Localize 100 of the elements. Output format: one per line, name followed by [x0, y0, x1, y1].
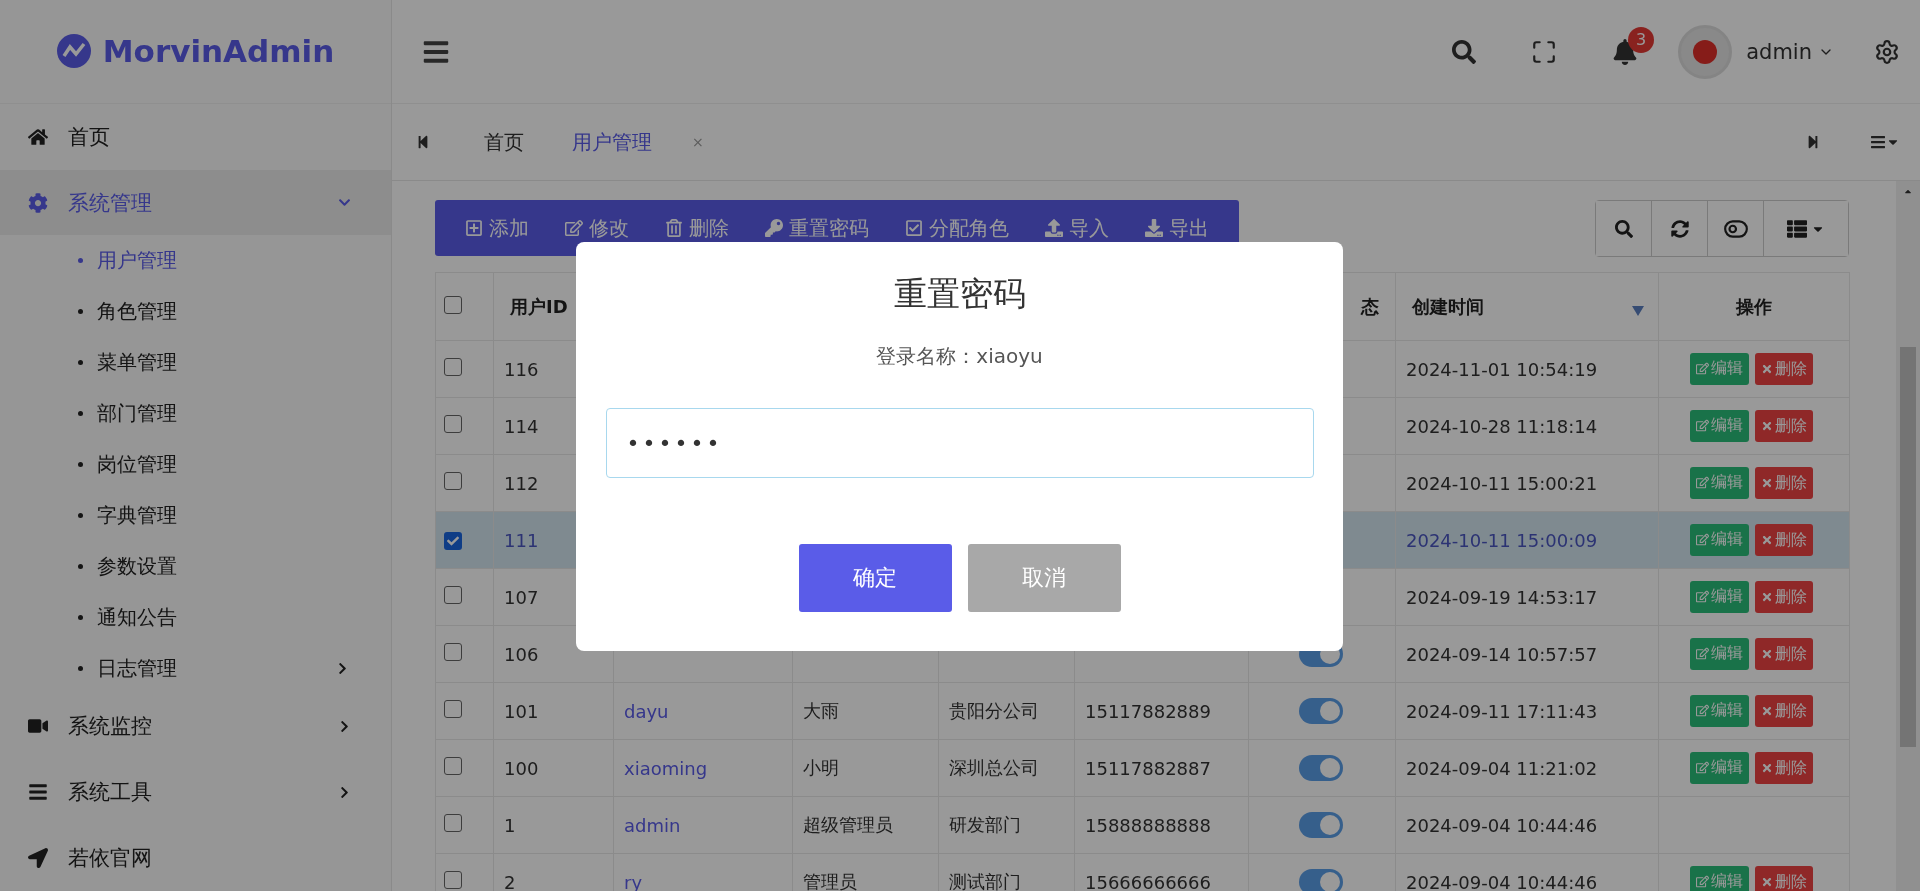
edit-icon: [1695, 362, 1709, 376]
sidebar-subitem[interactable]: 日志管理: [0, 642, 391, 694]
row-checkbox[interactable]: [444, 358, 462, 376]
delete-button[interactable]: 删除: [1754, 524, 1813, 557]
edit-icon: [1695, 533, 1709, 547]
toolbar-button[interactable]: 删除: [647, 214, 747, 242]
bell-icon[interactable]: [1612, 38, 1639, 65]
select-all-checkbox[interactable]: [444, 295, 462, 314]
tab[interactable]: 用户管理: [572, 128, 652, 156]
table-cell: 111: [504, 529, 539, 551]
edit-button[interactable]: 编辑: [1689, 352, 1749, 385]
row-checkbox[interactable]: [444, 472, 462, 490]
sidebar-item[interactable]: 系统监控: [0, 693, 391, 760]
edit-button[interactable]: 编辑: [1689, 694, 1749, 727]
edit-icon: [1695, 761, 1709, 775]
table-cell: 116: [504, 358, 539, 380]
toolbar-button[interactable]: 导出: [1127, 214, 1227, 242]
row-checkbox[interactable]: [444, 871, 462, 889]
sidebar-subitem[interactable]: 部门管理: [0, 388, 391, 440]
upload-icon: [1045, 219, 1063, 237]
table-cell: 2024-09-04 11:21:02: [1406, 757, 1598, 779]
table-cell: 15117882887: [1085, 757, 1211, 779]
sort-down-icon[interactable]: [1632, 306, 1644, 316]
tab[interactable]: 首页: [484, 128, 524, 156]
sidebar-subitem[interactable]: 参数设置: [0, 540, 391, 592]
settings-icon[interactable]: [1874, 38, 1900, 65]
table-cell: 15666666666: [1085, 871, 1211, 891]
download-icon: [1145, 219, 1163, 237]
table-cell: 大雨: [803, 700, 839, 721]
delete-button[interactable]: 删除: [1754, 353, 1813, 386]
close-icon: [1760, 534, 1773, 547]
first-tab-icon[interactable]: [416, 135, 430, 149]
refresh-icon: [1670, 219, 1689, 238]
sidebar-subitem[interactable]: 用户管理: [0, 235, 391, 287]
login-link[interactable]: xiaoming: [624, 757, 708, 779]
search-icon[interactable]: [1452, 39, 1477, 64]
toolbar-button[interactable]: 重置密码: [747, 214, 887, 242]
login-link[interactable]: dayu: [624, 700, 669, 722]
close-icon: [1760, 705, 1773, 718]
delete-button[interactable]: 删除: [1754, 752, 1813, 785]
sidebar-subitem[interactable]: 角色管理: [0, 286, 391, 338]
login-link[interactable]: admin: [624, 814, 681, 836]
row-checkbox[interactable]: [444, 757, 462, 775]
toolbar-button[interactable]: 导入: [1027, 214, 1127, 242]
row-checkbox[interactable]: [444, 700, 462, 718]
row-checkbox[interactable]: [444, 415, 462, 433]
row-checkbox[interactable]: [444, 814, 462, 832]
cancel-button[interactable]: 取消: [967, 544, 1121, 612]
delete-button[interactable]: 删除: [1754, 581, 1813, 614]
delete-button[interactable]: 删除: [1754, 638, 1813, 671]
column-header[interactable]: 创建时间: [1395, 272, 1659, 341]
status-switch[interactable]: [1299, 754, 1343, 781]
sidebar-subitem[interactable]: 字典管理: [0, 489, 391, 541]
search-button[interactable]: [1596, 201, 1652, 256]
edit-button[interactable]: 编辑: [1689, 409, 1749, 442]
edit-button[interactable]: 编辑: [1689, 580, 1749, 613]
last-tab-icon[interactable]: [1806, 135, 1820, 149]
delete-button[interactable]: 删除: [1754, 866, 1813, 891]
row-checkbox[interactable]: [444, 586, 462, 604]
edit-button[interactable]: 编辑: [1689, 466, 1749, 499]
toolbar-button[interactable]: 修改: [547, 214, 647, 242]
row-checkbox[interactable]: [444, 531, 462, 550]
delete-button[interactable]: 删除: [1754, 410, 1813, 443]
fullscreen-icon[interactable]: [1531, 38, 1558, 65]
key-icon: [765, 219, 783, 237]
status-switch[interactable]: [1299, 811, 1343, 838]
edit-button[interactable]: 编辑: [1689, 637, 1749, 670]
edit-button[interactable]: 编辑: [1689, 523, 1749, 556]
sidebar-subitem[interactable]: 菜单管理: [0, 337, 391, 389]
user-name[interactable]: admin: [1746, 39, 1812, 64]
sidebar-item[interactable]: 系统工具: [0, 759, 391, 826]
edit-button[interactable]: 编辑: [1689, 751, 1749, 784]
sidebar-item[interactable]: 首页: [0, 103, 391, 170]
edit-button[interactable]: 编辑: [1689, 865, 1749, 891]
sidebar-subitem[interactable]: 岗位管理: [0, 439, 391, 490]
table-cell: 2024-09-14 10:57:57: [1406, 643, 1598, 665]
sidebar-item[interactable]: 若依官网: [0, 825, 391, 891]
sidebar-subitem[interactable]: 通知公告: [0, 591, 391, 643]
delete-button[interactable]: 删除: [1754, 695, 1813, 728]
table-cell: 超级管理员: [803, 814, 893, 835]
logo-icon: [56, 34, 91, 69]
column-header[interactable]: 操作: [1658, 272, 1850, 341]
table-cell: 研发部门: [949, 814, 1021, 835]
status-switch[interactable]: [1299, 697, 1343, 724]
notification-badge: 3: [1628, 26, 1655, 53]
sidebar-item[interactable]: 系统管理: [0, 169, 391, 236]
edit-icon: [1695, 875, 1709, 889]
table-cell: 测试部门: [949, 871, 1021, 891]
toolbar-button[interactable]: 分配角色: [887, 214, 1027, 242]
close-icon: [1760, 591, 1773, 604]
tab-close[interactable]: ×: [692, 134, 704, 150]
tab-menu-icon[interactable]: [1870, 134, 1900, 150]
row-checkbox[interactable]: [444, 643, 462, 661]
close-icon: [1760, 477, 1773, 490]
table-cell: 15117882889: [1085, 700, 1211, 722]
confirm-button[interactable]: 确定: [798, 544, 952, 612]
delete-button[interactable]: 删除: [1754, 467, 1813, 500]
toolbar-button[interactable]: 添加: [447, 214, 547, 242]
status-switch[interactable]: [1299, 868, 1343, 891]
password-field[interactable]: ••••••: [605, 408, 1314, 478]
